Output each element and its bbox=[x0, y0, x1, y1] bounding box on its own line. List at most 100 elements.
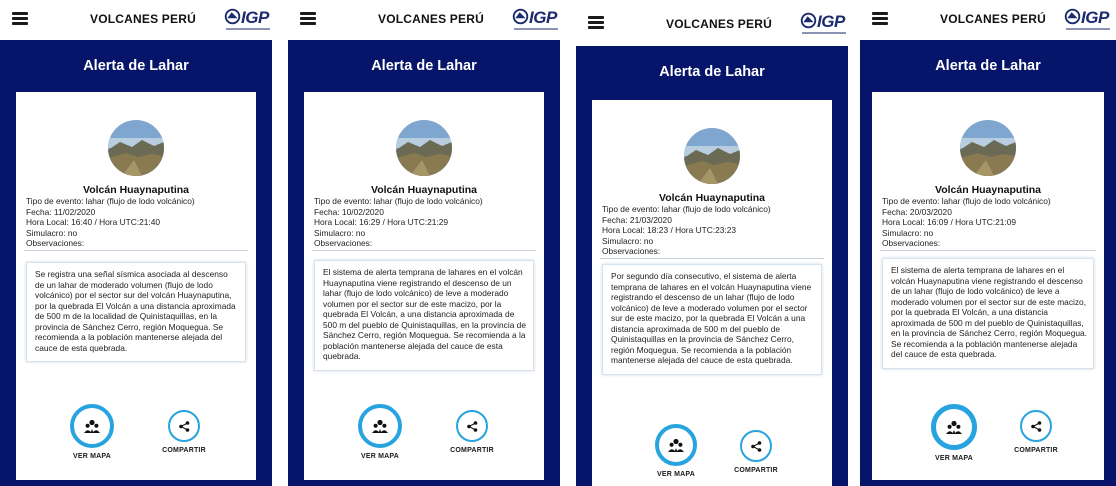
igp-logo-text: IGP bbox=[817, 12, 845, 31]
share-button-circle[interactable] bbox=[740, 430, 772, 462]
view-map-label: VER MAPA bbox=[656, 471, 696, 478]
igp-logo: IGP bbox=[512, 7, 560, 35]
igp-logo: IGP bbox=[1064, 7, 1116, 35]
app-brand: VOLCANES PERÚ bbox=[666, 17, 772, 31]
top-app-bar: VOLCANES PERÚ IGP bbox=[0, 0, 272, 40]
igp-logo-icon bbox=[512, 8, 529, 25]
page-title: Alerta de Lahar bbox=[371, 58, 477, 74]
igp-logo: IGP bbox=[224, 7, 272, 35]
share-icon bbox=[466, 420, 477, 432]
share-button[interactable]: COMPARTIR bbox=[432, 404, 512, 454]
igp-logo-subline bbox=[226, 28, 270, 30]
alert-message: El sistema de alerta temprana de lahares… bbox=[882, 258, 1094, 369]
map-people-icon bbox=[946, 420, 962, 434]
event-time: Hora Local: 16:09 / Hora UTC:21:09 bbox=[882, 217, 1017, 228]
igp-logo-icon bbox=[224, 8, 241, 25]
alert-message: Por segundo día consecutivo, el sistema … bbox=[602, 264, 822, 375]
share-button-circle[interactable] bbox=[168, 410, 200, 442]
phone-screen-4: VOLCANES PERÚ IGP Alerta de Lahar Volcán… bbox=[860, 0, 1116, 486]
event-type: Tipo de evento: lahar (flujo de lodo vol… bbox=[882, 196, 1051, 206]
hamburger-menu-icon[interactable] bbox=[588, 16, 604, 29]
map-button-circle[interactable] bbox=[931, 404, 977, 450]
view-map-button[interactable]: VER MAPA bbox=[340, 404, 420, 460]
simulation-flag: Simulacro: no bbox=[26, 227, 78, 238]
share-icon bbox=[750, 440, 761, 452]
view-map-label: VER MAPA bbox=[934, 455, 974, 462]
event-type: Tipo de evento: lahar (flujo de lodo vol… bbox=[602, 204, 771, 214]
app-brand: VOLCANES PERÚ bbox=[940, 12, 1046, 26]
volcano-name: Volcán Huaynaputina bbox=[935, 184, 1041, 196]
hamburger-menu-icon[interactable] bbox=[300, 12, 316, 25]
share-button-circle[interactable] bbox=[1020, 410, 1052, 442]
event-type: Tipo de evento: lahar (flujo de lodo vol… bbox=[314, 196, 483, 206]
volcano-photo bbox=[684, 128, 740, 184]
alert-background: Alerta de Lahar Volcán Huaynaputina Tipo… bbox=[0, 40, 272, 486]
igp-logo-text: IGP bbox=[241, 8, 269, 27]
alert-background: Alerta de Lahar Volcán Huaynaputina Tipo… bbox=[860, 40, 1116, 486]
volcano-photo bbox=[396, 120, 452, 176]
alert-details: Tipo de evento: lahar (flujo de lodo vol… bbox=[26, 196, 248, 249]
igp-logo-icon bbox=[800, 12, 817, 29]
map-button-circle[interactable] bbox=[655, 424, 697, 466]
share-label: COMPARTIR bbox=[162, 447, 206, 454]
phone-screen-1: VOLCANES PERÚ IGP Alerta de Lahar Volcán… bbox=[0, 0, 272, 486]
share-button[interactable]: COMPARTIR bbox=[996, 404, 1076, 454]
simulation-flag: Simulacro: no bbox=[602, 235, 654, 246]
hamburger-menu-icon[interactable] bbox=[12, 12, 28, 25]
volcano-photo bbox=[108, 120, 164, 176]
observations-label: Observaciones: bbox=[314, 238, 373, 249]
view-map-button[interactable]: VER MAPA bbox=[52, 404, 132, 460]
volcano-photo bbox=[960, 120, 1016, 176]
alert-card: Volcán Huaynaputina Tipo de evento: laha… bbox=[872, 92, 1104, 480]
event-date: Fecha: 10/02/2020 bbox=[314, 206, 384, 217]
alert-message: Se registra una señal sísmica asociada a… bbox=[26, 262, 246, 362]
page-title: Alerta de Lahar bbox=[659, 64, 765, 80]
divider bbox=[880, 250, 1096, 251]
event-date: Fecha: 20/03/2020 bbox=[882, 206, 952, 217]
share-button-circle[interactable] bbox=[456, 410, 488, 442]
alert-card: Volcán Huaynaputina Tipo de evento: laha… bbox=[304, 92, 544, 480]
volcano-name: Volcán Huaynaputina bbox=[659, 192, 765, 204]
share-label: COMPARTIR bbox=[1014, 447, 1058, 454]
event-date: Fecha: 11/02/2020 bbox=[26, 206, 96, 217]
volcano-name: Volcán Huaynaputina bbox=[83, 184, 189, 196]
simulation-flag: Simulacro: no bbox=[314, 227, 366, 238]
share-button[interactable]: COMPARTIR bbox=[716, 424, 796, 474]
alert-card: Volcán Huaynaputina Tipo de evento: laha… bbox=[592, 100, 832, 486]
alert-details: Tipo de evento: lahar (flujo de lodo vol… bbox=[314, 196, 536, 249]
share-label: COMPARTIR bbox=[734, 467, 778, 474]
share-icon bbox=[178, 420, 189, 432]
igp-logo-subline bbox=[1066, 28, 1110, 30]
simulation-flag: Simulacro: no bbox=[882, 227, 934, 238]
view-map-label: VER MAPA bbox=[72, 453, 112, 460]
map-button-circle[interactable] bbox=[70, 404, 114, 448]
alert-background: Alerta de Lahar Volcán Huaynaputina Tipo… bbox=[288, 40, 560, 486]
alert-details: Tipo de evento: lahar (flujo de lodo vol… bbox=[882, 196, 1096, 249]
hamburger-menu-icon[interactable] bbox=[872, 12, 888, 25]
phone-screen-3: VOLCANES PERÚ IGP Alerta de Lahar Volcán… bbox=[576, 0, 848, 486]
observations-label: Observaciones: bbox=[26, 238, 85, 249]
share-icon bbox=[1030, 420, 1041, 432]
alert-message: El sistema de alerta temprana de lahares… bbox=[314, 260, 534, 371]
share-label: COMPARTIR bbox=[450, 447, 494, 454]
event-type: Tipo de evento: lahar (flujo de lodo vol… bbox=[26, 196, 195, 206]
map-button-circle[interactable] bbox=[358, 404, 402, 448]
volcano-name: Volcán Huaynaputina bbox=[371, 184, 477, 196]
view-map-button[interactable]: VER MAPA bbox=[914, 404, 994, 462]
top-app-bar: VOLCANES PERÚ IGP bbox=[860, 0, 1116, 40]
action-bar: VER MAPA COMPARTIR bbox=[16, 404, 256, 474]
alert-details: Tipo de evento: lahar (flujo de lodo vol… bbox=[602, 204, 824, 257]
view-map-button[interactable]: VER MAPA bbox=[636, 424, 716, 478]
igp-logo-subline bbox=[802, 32, 846, 34]
action-bar: VER MAPA COMPARTIR bbox=[592, 424, 832, 486]
observations-label: Observaciones: bbox=[882, 238, 941, 249]
event-time: Hora Local: 16:29 / Hora UTC:21:29 bbox=[314, 217, 449, 228]
page-title: Alerta de Lahar bbox=[83, 58, 189, 74]
map-people-icon bbox=[668, 438, 684, 452]
divider bbox=[24, 250, 248, 251]
alert-background: Alerta de Lahar Volcán Huaynaputina Tipo… bbox=[576, 46, 848, 486]
alert-card: Volcán Huaynaputina Tipo de evento: laha… bbox=[16, 92, 256, 480]
map-people-icon bbox=[372, 419, 388, 433]
igp-logo-text: IGP bbox=[1081, 8, 1109, 27]
share-button[interactable]: COMPARTIR bbox=[144, 404, 224, 454]
